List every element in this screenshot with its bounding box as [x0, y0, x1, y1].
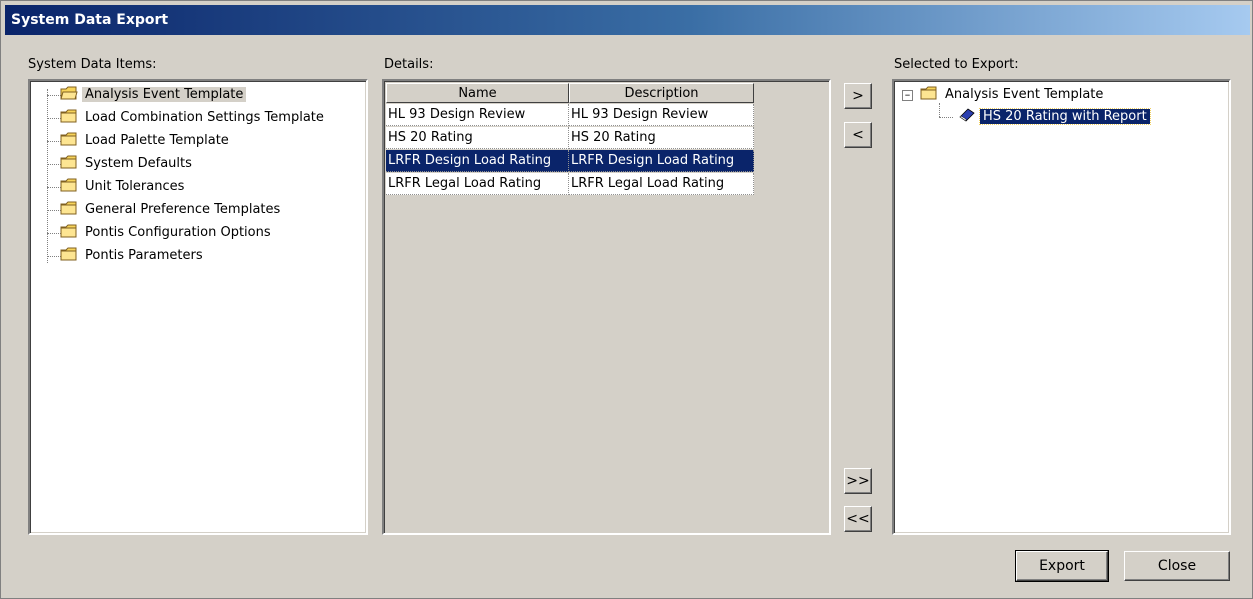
title-bar: System Data Export: [5, 5, 1250, 35]
selected-to-export-tree[interactable]: – Analysis Event Template HS 20 Rating w…: [892, 79, 1231, 535]
export-tree-root[interactable]: Analysis Event Template: [920, 85, 1106, 105]
tree-expander-collapse[interactable]: –: [902, 85, 913, 105]
tree-item-label: Analysis Event Template: [82, 87, 247, 102]
tree-connector: [47, 89, 48, 263]
folder-icon: [60, 224, 77, 238]
tree-item[interactable]: Analysis Event Template: [60, 85, 247, 105]
tree-connector: [47, 164, 61, 165]
cell-description: LRFR Legal Load Rating: [569, 173, 754, 195]
tree-connector: [47, 233, 61, 234]
cell-description: HS 20 Rating: [569, 127, 754, 149]
tree-connector: [939, 117, 953, 118]
cell-name: LRFR Legal Load Rating: [386, 173, 569, 195]
tree-connector: [47, 187, 61, 188]
cell-description: LRFR Design Load Rating: [569, 150, 754, 172]
details-grid[interactable]: Name Description HL 93 Design Review HL 9…: [382, 79, 831, 535]
tree-item-label: General Preference Templates: [85, 202, 281, 217]
tree-item-label: Pontis Parameters: [85, 248, 203, 263]
folder-icon: [60, 132, 77, 146]
open-folder-icon: [60, 86, 78, 100]
system-data-export-dialog: System Data Export System Data Items: An…: [0, 0, 1253, 599]
tree-connector: [47, 118, 61, 119]
table-row[interactable]: LRFR Design Load Rating LRFR Design Load …: [386, 150, 754, 172]
tree-item-label: System Defaults: [85, 156, 192, 171]
folder-icon: [920, 86, 937, 100]
selected-to-export-label: Selected to Export:: [894, 57, 1019, 72]
folder-icon: [60, 109, 77, 123]
table-row[interactable]: HS 20 Rating HS 20 Rating: [386, 127, 754, 149]
cell-name: LRFR Design Load Rating: [386, 150, 569, 172]
folder-icon: [60, 155, 77, 169]
tree-item-label: Load Palette Template: [85, 133, 229, 148]
report-book-icon: [959, 108, 975, 122]
window-title: System Data Export: [11, 12, 169, 28]
close-button[interactable]: Close: [1124, 551, 1230, 581]
tree-item-label: Pontis Configuration Options: [85, 225, 271, 240]
column-header-description[interactable]: Description: [569, 83, 754, 103]
tree-connector: [939, 103, 940, 117]
system-data-items-tree[interactable]: Analysis Event Template Load Combination …: [28, 79, 368, 535]
system-data-items-label: System Data Items:: [28, 57, 157, 72]
details-label: Details:: [384, 57, 434, 72]
remove-all-button[interactable]: <<: [844, 506, 872, 532]
tree-item-label: Unit Tolerances: [85, 179, 185, 194]
add-selected-button[interactable]: >: [844, 83, 872, 109]
column-header-name[interactable]: Name: [386, 83, 569, 103]
cell-name: HS 20 Rating: [386, 127, 569, 149]
export-child-label: HS 20 Rating with Report: [979, 108, 1151, 125]
folder-icon: [60, 201, 77, 215]
tree-item[interactable]: Pontis Configuration Options: [60, 223, 274, 243]
folder-icon: [60, 247, 77, 261]
tree-connector: [47, 95, 61, 96]
tree-item[interactable]: System Defaults: [60, 154, 195, 174]
folder-icon: [60, 178, 77, 192]
export-button[interactable]: Export: [1015, 550, 1109, 582]
tree-connector: [47, 141, 61, 142]
remove-selected-button[interactable]: <: [844, 122, 872, 148]
table-row[interactable]: HL 93 Design Review HL 93 Design Review: [386, 104, 754, 126]
tree-item[interactable]: Pontis Parameters: [60, 246, 206, 266]
cell-name: HL 93 Design Review: [386, 104, 569, 126]
add-all-button[interactable]: >>: [844, 468, 872, 494]
export-root-label: Analysis Event Template: [945, 87, 1104, 102]
cell-description: HL 93 Design Review: [569, 104, 754, 126]
export-tree-child[interactable]: HS 20 Rating with Report: [958, 107, 1151, 127]
tree-item[interactable]: General Preference Templates: [60, 200, 283, 220]
tree-item[interactable]: Load Combination Settings Template: [60, 108, 327, 128]
tree-item-label: Load Combination Settings Template: [85, 110, 324, 125]
tree-connector: [47, 210, 61, 211]
table-row[interactable]: LRFR Legal Load Rating LRFR Legal Load Ra…: [386, 173, 754, 195]
tree-item[interactable]: Load Palette Template: [60, 131, 232, 151]
tree-item[interactable]: Unit Tolerances: [60, 177, 187, 197]
tree-connector: [47, 256, 61, 257]
